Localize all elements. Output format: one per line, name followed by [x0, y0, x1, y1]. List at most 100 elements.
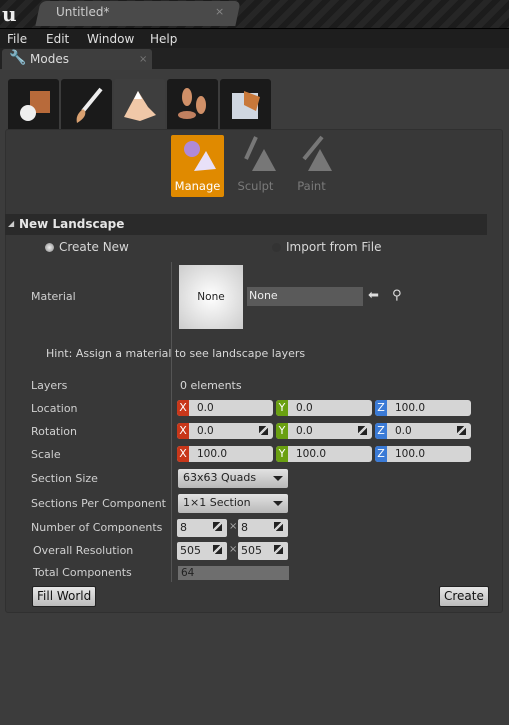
modes-panel: [5, 129, 503, 613]
location-label: Location: [31, 402, 78, 415]
location-x-value: 0.0: [197, 402, 214, 414]
menu-edit[interactable]: Edit: [46, 32, 69, 46]
location-z-value: 100.0: [395, 402, 426, 414]
close-tab-icon[interactable]: ×: [215, 5, 224, 18]
layers-label: Layers: [31, 379, 68, 392]
z-axis-badge: Z: [375, 423, 387, 439]
section-title: New Landscape: [19, 217, 125, 231]
overall-resolution-label: Overall Resolution: [33, 544, 134, 557]
scale-x-field[interactable]: X 100.0: [177, 446, 273, 462]
modes-tab[interactable]: 🔧 Modes ×: [2, 49, 152, 70]
spin-icon[interactable]: [358, 426, 367, 435]
spin-icon[interactable]: [259, 426, 268, 435]
resolution-x-field[interactable]: 505: [177, 542, 227, 560]
paint-label: Paint: [297, 179, 326, 193]
x-axis-badge: X: [177, 446, 189, 462]
location-y-field[interactable]: Y 0.0: [276, 400, 372, 416]
resolution-y-field[interactable]: 505: [238, 542, 288, 560]
rotation-z-value: 0.0: [395, 425, 412, 437]
menu-file[interactable]: File: [7, 32, 27, 46]
x-axis-badge: X: [177, 423, 189, 439]
times-separator: ×: [229, 521, 238, 532]
geometry-mode-button[interactable]: [220, 79, 271, 130]
spin-icon[interactable]: [274, 522, 283, 531]
chevron-down-icon: [273, 501, 283, 506]
location-z-field[interactable]: Z 100.0: [375, 400, 471, 416]
x-axis-badge: X: [177, 400, 189, 416]
z-axis-badge: Z: [375, 400, 387, 416]
paint-mode-icon: [76, 87, 103, 123]
times-separator: ×: [229, 544, 238, 555]
close-panel-icon[interactable]: ×: [139, 54, 147, 65]
spin-icon[interactable]: [274, 545, 283, 554]
sculpt-icon: [243, 136, 276, 171]
fill-world-button[interactable]: Fill World: [32, 586, 97, 607]
menu-bar: File Edit Window Help: [0, 28, 509, 48]
material-thumbnail[interactable]: None: [179, 265, 243, 329]
import-from-file-radio[interactable]: [272, 243, 281, 252]
foliage-mode-button[interactable]: [167, 79, 218, 130]
section-size-dropdown[interactable]: 63x63 Quads: [178, 469, 288, 488]
spin-icon[interactable]: [213, 522, 222, 531]
scale-x-value: 100.0: [197, 448, 228, 460]
number-of-components-label: Number of Components: [31, 521, 163, 534]
rotation-y-value: 0.0: [296, 425, 313, 437]
import-from-file-label: Import from File: [286, 240, 382, 254]
sculpt-tool-button[interactable]: Sculpt: [229, 135, 282, 197]
rotation-y-field[interactable]: Y 0.0: [276, 423, 372, 439]
scale-y-field[interactable]: Y 100.0: [276, 446, 372, 462]
resolution-y-value: 505: [241, 544, 262, 557]
section-size-label: Section Size: [31, 472, 98, 485]
sections-per-component-dropdown[interactable]: 1×1 Section: [178, 494, 288, 513]
column-divider: [171, 262, 172, 582]
manage-icon: [183, 141, 216, 171]
rotation-x-field[interactable]: X 0.0: [177, 423, 273, 439]
section-size-value: 63x63 Quads: [183, 471, 257, 484]
rotation-z-field[interactable]: Z 0.0: [375, 423, 471, 439]
components-x-field[interactable]: 8: [177, 519, 227, 537]
menu-window[interactable]: Window: [87, 32, 134, 46]
y-axis-badge: Y: [276, 446, 288, 462]
layers-value: 0 elements: [180, 379, 242, 392]
foliage-mode-icon: [177, 87, 206, 119]
y-axis-badge: Y: [276, 423, 288, 439]
collapse-arrow-icon[interactable]: ◢: [8, 219, 14, 228]
place-mode-button[interactable]: [8, 79, 59, 130]
location-y-value: 0.0: [296, 402, 313, 414]
scale-y-value: 100.0: [296, 448, 327, 460]
paint-tool-button[interactable]: Paint: [285, 135, 338, 197]
components-y-field[interactable]: 8: [238, 519, 288, 537]
document-tab-title: Untitled*: [56, 5, 110, 19]
create-new-radio[interactable]: [45, 243, 54, 252]
z-axis-badge: Z: [375, 446, 387, 462]
spin-icon[interactable]: [457, 426, 466, 435]
scale-z-value: 100.0: [395, 448, 426, 460]
scale-label: Scale: [31, 448, 61, 461]
landscape-mode-icon: [123, 90, 156, 121]
create-new-label: Create New: [59, 240, 129, 254]
browse-search-icon[interactable]: ⚲: [392, 288, 402, 303]
unreal-logo-icon: u: [2, 2, 17, 26]
landscape-mode-button[interactable]: [114, 79, 165, 130]
manage-tool-button[interactable]: Manage: [171, 135, 224, 197]
modes-tab-label: Modes: [30, 52, 69, 66]
components-x-value: 8: [180, 521, 187, 534]
spin-icon[interactable]: [213, 545, 222, 554]
chevron-down-icon: [273, 476, 283, 481]
paint-mode-button[interactable]: [61, 79, 112, 130]
hint-text: Hint: Assign a material to see landscape…: [46, 347, 306, 360]
create-button[interactable]: Create: [439, 586, 489, 607]
resolution-x-value: 505: [180, 544, 201, 557]
total-components-value: 64: [178, 566, 289, 580]
material-label: Material: [31, 290, 76, 303]
location-x-field[interactable]: X 0.0: [177, 400, 273, 416]
menu-help[interactable]: Help: [150, 32, 177, 46]
geometry-mode-icon: [231, 90, 260, 119]
material-value: None: [249, 289, 278, 302]
scale-z-field[interactable]: Z 100.0: [375, 446, 471, 462]
material-picker[interactable]: None: [247, 287, 363, 306]
rotation-x-value: 0.0: [197, 425, 214, 437]
paint-brush-icon: [301, 135, 332, 171]
total-components-label: Total Components: [33, 566, 132, 579]
use-selected-arrow-icon[interactable]: ⬅: [368, 288, 379, 303]
